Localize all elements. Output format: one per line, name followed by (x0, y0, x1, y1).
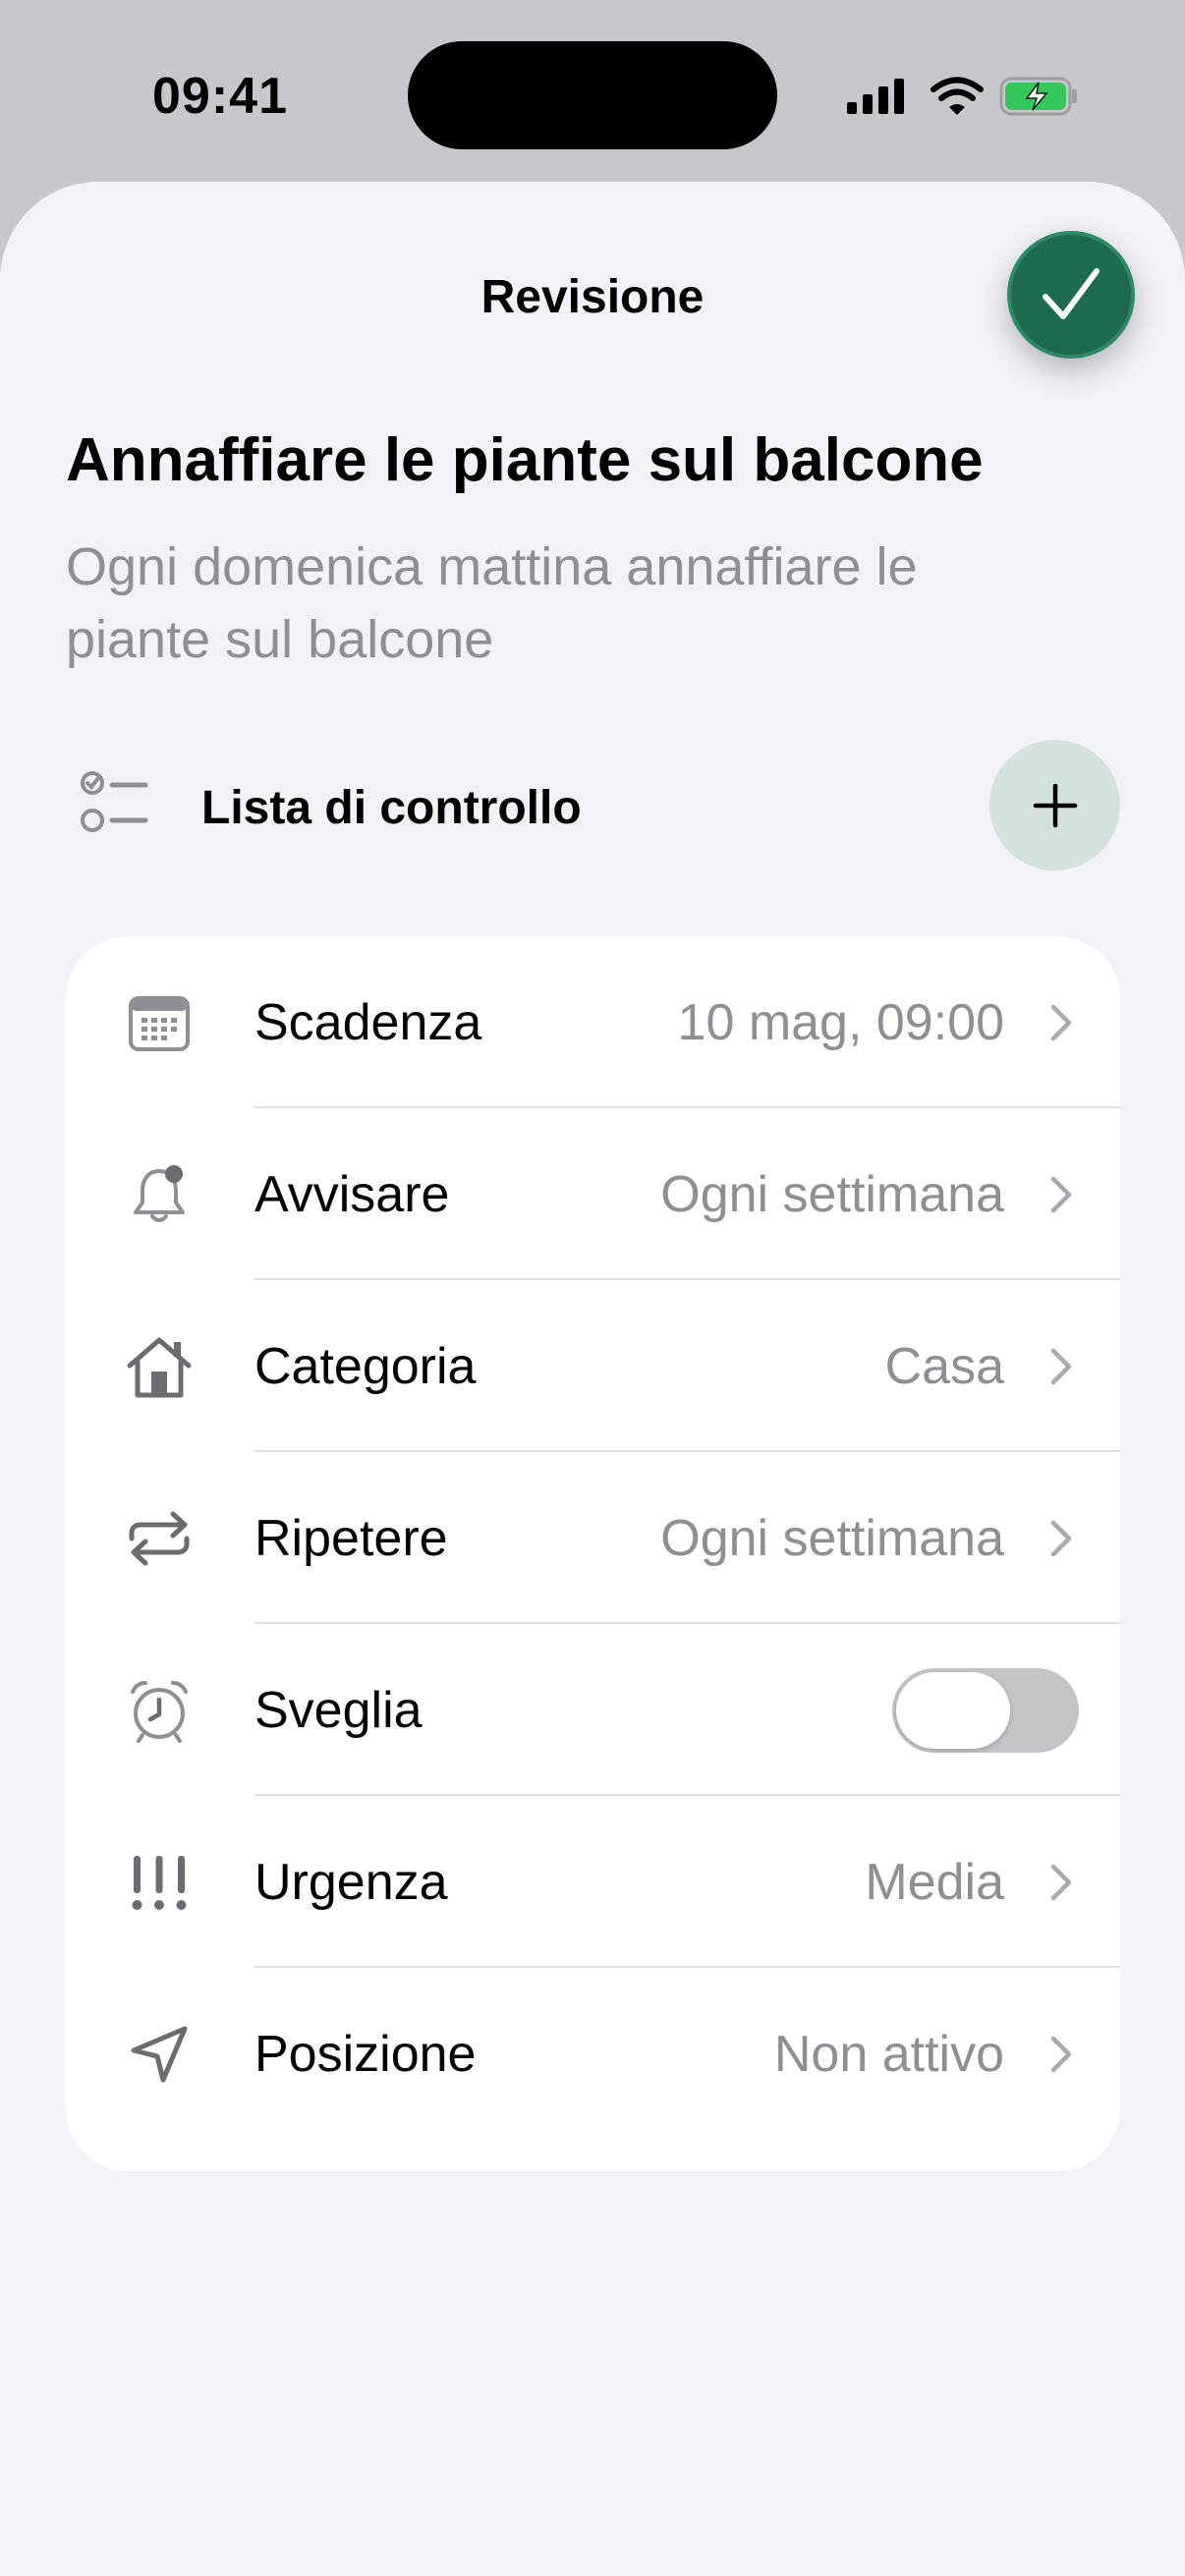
row-urgenza[interactable]: Urgenza Media (66, 1796, 1120, 1968)
chevron-right-icon (1050, 2036, 1072, 2073)
row-label: Posizione (254, 2026, 477, 2083)
status-bar: 09:41 (0, 0, 1185, 182)
alarm-clock-icon (125, 1678, 194, 1743)
task-description[interactable]: Ogni domenica mattina annaffiare le pian… (66, 531, 1048, 676)
calendar-icon (125, 990, 194, 1055)
chevron-right-icon (1050, 1864, 1072, 1901)
checklist-row: Lista di controllo (66, 740, 1120, 872)
row-sveglia: Sveglia (66, 1624, 1120, 1796)
task-title[interactable]: Annaffiare le piante sul balcone (66, 425, 984, 495)
checkmark-icon (1043, 268, 1100, 319)
plus-icon (1033, 783, 1077, 827)
dynamic-island (408, 41, 777, 149)
checklist-label: Lista di controllo (201, 782, 582, 834)
checklist-icon (81, 771, 148, 832)
row-posizione[interactable]: Posizione Non attivo (66, 1968, 1120, 2140)
wifi-icon (931, 77, 984, 115)
confirm-button[interactable] (1007, 231, 1135, 359)
row-label: Scadenza (254, 994, 482, 1051)
location-arrow-icon (125, 2022, 194, 2087)
row-value: Casa (884, 1338, 1004, 1395)
chevron-right-icon (1050, 1520, 1072, 1557)
row-label: Sveglia (254, 1682, 423, 1739)
row-label: Ripetere (254, 1510, 448, 1567)
row-label: Avvisare (254, 1166, 450, 1223)
repeat-icon (125, 1506, 194, 1571)
toggle-knob (896, 1672, 1010, 1749)
status-time: 09:41 (152, 68, 288, 125)
exclamation-icon (125, 1850, 194, 1915)
signal-icon (847, 79, 904, 114)
chevron-right-icon (1050, 1004, 1072, 1041)
add-checklist-button[interactable] (989, 740, 1120, 870)
row-value: Media (865, 1854, 1004, 1911)
settings-card: Scadenza 10 mag, 09:00 Avvisare Ogni set… (66, 936, 1120, 2171)
task-sheet: Revisione Annaffiare le piante sul balco… (0, 182, 1185, 2576)
chevron-right-icon (1050, 1348, 1072, 1385)
row-value: 10 mag, 09:00 (677, 994, 1004, 1051)
row-label: Categoria (254, 1338, 477, 1395)
sveglia-toggle[interactable] (892, 1668, 1079, 1753)
row-value: Ogni settimana (660, 1166, 1004, 1223)
bell-icon (125, 1162, 194, 1227)
row-value: Ogni settimana (660, 1510, 1004, 1567)
row-label: Urgenza (254, 1854, 448, 1911)
battery-charging-icon (999, 77, 1077, 116)
row-ripetere[interactable]: Ripetere Ogni settimana (66, 1452, 1120, 1624)
row-categoria[interactable]: Categoria Casa (66, 1280, 1120, 1452)
house-icon (125, 1334, 194, 1399)
row-scadenza[interactable]: Scadenza 10 mag, 09:00 (66, 936, 1120, 1108)
row-avvisare[interactable]: Avvisare Ogni settimana (66, 1108, 1120, 1280)
row-value: Non attivo (773, 2026, 1004, 2083)
chevron-right-icon (1050, 1176, 1072, 1213)
